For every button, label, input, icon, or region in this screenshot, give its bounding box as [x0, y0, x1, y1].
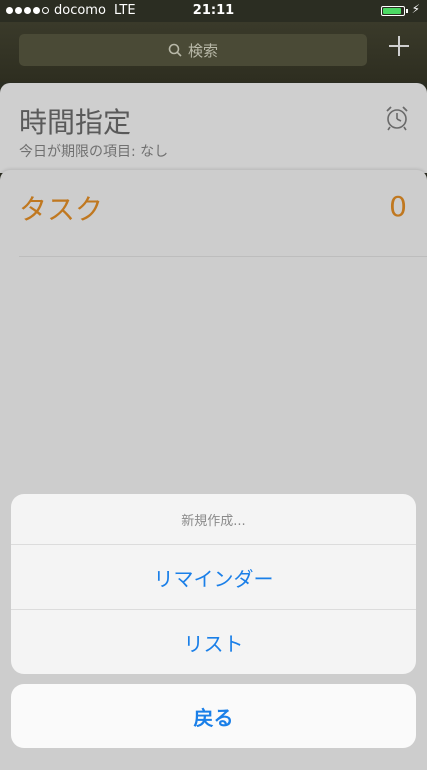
top-bar: 検索	[0, 22, 427, 82]
list-title: タスク	[19, 193, 104, 226]
plus-icon[interactable]	[387, 34, 411, 58]
battery-icon	[381, 6, 408, 16]
list-card-tasks[interactable]: タスク 0	[0, 170, 427, 770]
charging-bolt-icon: ⚡	[411, 2, 420, 16]
status-time: 21:11	[192, 3, 235, 18]
search-field[interactable]: 検索	[19, 34, 367, 66]
new-list-button[interactable]: リスト	[11, 610, 416, 674]
list-card-scheduled[interactable]: 時間指定 今日が期限の項目: なし	[0, 83, 427, 173]
list-count: 0	[389, 190, 407, 223]
list-subtitle: 今日が期限の項目: なし	[19, 144, 169, 160]
search-placeholder: 検索	[187, 41, 218, 60]
action-sheet-title: 新規作成...	[11, 494, 416, 545]
list-title: 時間指定	[19, 106, 132, 139]
divider	[19, 256, 427, 257]
search-icon	[168, 43, 182, 57]
new-reminder-button[interactable]: リマインダー	[11, 545, 416, 610]
status-bar: docomo LTE 21:11 ⚡	[0, 0, 427, 22]
alarm-clock-icon	[386, 106, 408, 131]
back-button[interactable]: 戻る	[11, 684, 416, 748]
action-sheet: 新規作成... リマインダー リスト	[11, 494, 416, 674]
